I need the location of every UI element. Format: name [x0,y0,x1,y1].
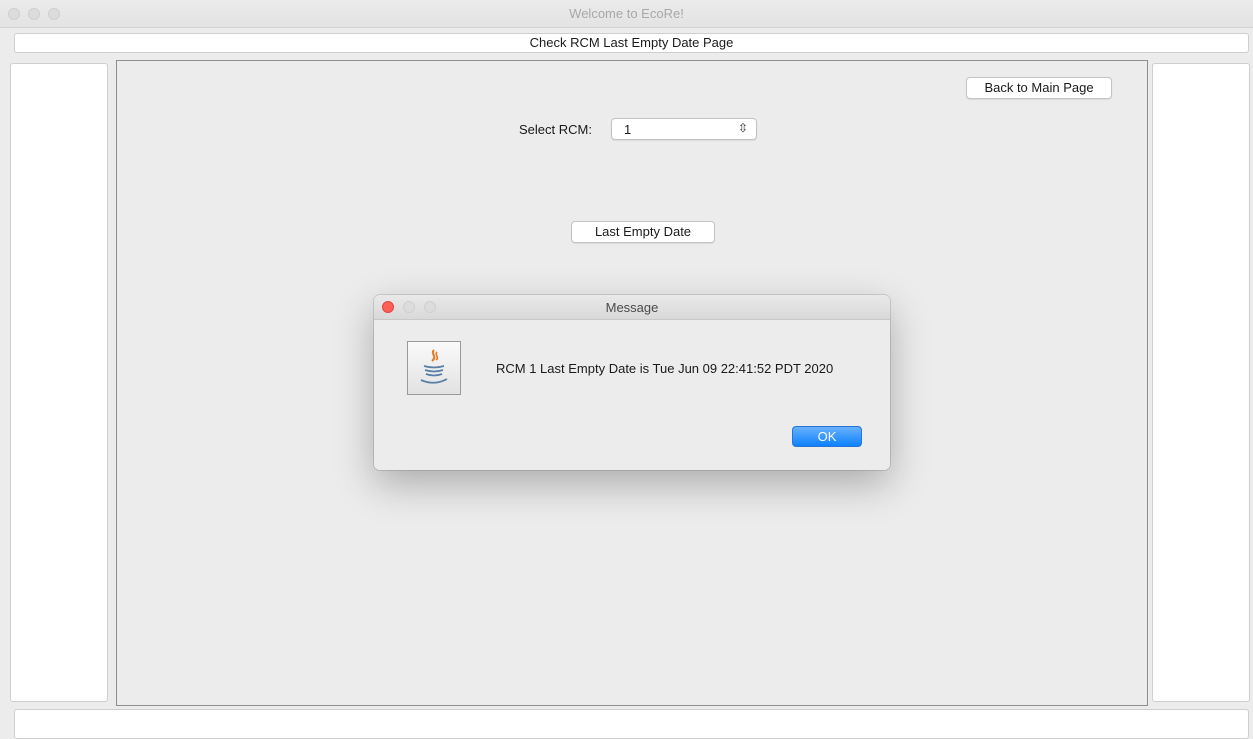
rcm-select-value: 1 [624,122,632,137]
ok-button[interactable]: OK [792,426,862,447]
last-empty-date-button[interactable]: Last Empty Date [571,221,715,243]
window-titlebar: Welcome to EcoRe! [0,0,1253,28]
dialog-message: RCM 1 Last Empty Date is Tue Jun 09 22:4… [496,361,834,376]
dialog-titlebar: Message [374,295,890,320]
left-panel [10,63,108,702]
back-to-main-button[interactable]: Back to Main Page [966,77,1112,99]
status-bar [14,709,1249,739]
message-dialog: Message RCM 1 Last Empty Date is Tue Jun… [374,295,890,470]
rcm-select[interactable]: 1 ⇳ [611,118,757,140]
right-panel [1152,63,1250,702]
page-title: Check RCM Last Empty Date Page [14,33,1249,53]
select-rcm-label: Select RCM: [519,122,592,137]
window-title: Welcome to EcoRe! [569,6,684,21]
java-icon [407,341,461,395]
dialog-title: Message [605,300,659,315]
select-stepper-icon: ⇳ [737,121,748,135]
